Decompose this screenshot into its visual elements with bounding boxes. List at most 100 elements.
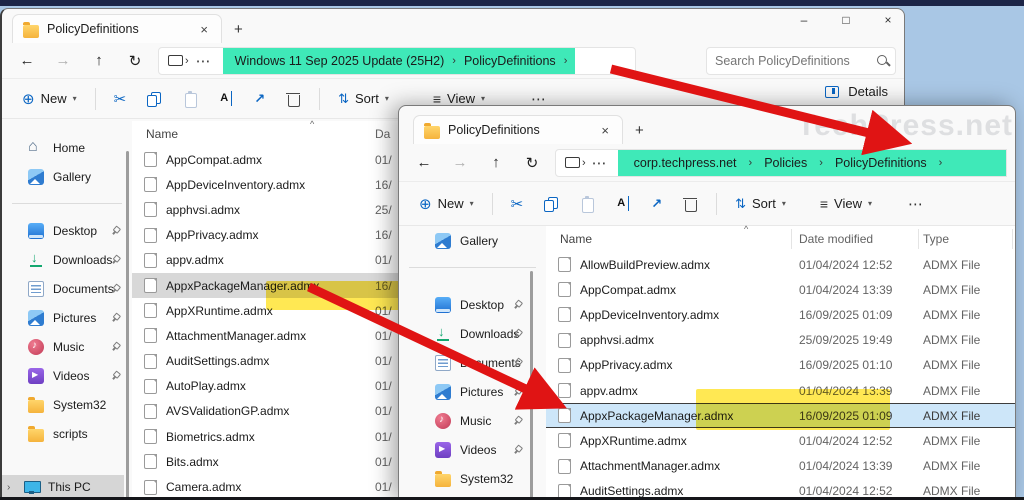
sidebar-item[interactable]: System32 xyxy=(2,390,132,419)
delete-button[interactable] xyxy=(277,83,309,115)
sidebar-item[interactable]: scripts xyxy=(2,419,132,448)
back-icon[interactable]: ← xyxy=(10,52,44,69)
view-button[interactable]: ≡ View ▾ xyxy=(812,188,880,220)
column-header-date[interactable]: Date modified xyxy=(799,232,923,246)
chevron-right-icon[interactable]: › xyxy=(580,157,588,169)
sidebar-item[interactable]: Videos xyxy=(399,435,546,464)
new-tab-button[interactable]: + xyxy=(635,122,644,139)
forward-icon[interactable]: → xyxy=(443,154,477,171)
tab-close-icon[interactable]: × xyxy=(197,22,211,37)
copy-button[interactable] xyxy=(535,188,567,220)
sort-button[interactable]: ⇅ Sort ▾ xyxy=(330,83,397,115)
column-header-name[interactable]: Name xyxy=(132,127,375,141)
this-pc-icon[interactable] xyxy=(564,155,580,171)
new-tab-button[interactable]: + xyxy=(234,21,243,38)
sidebar-item-label: Videos xyxy=(53,368,90,383)
scrollbar[interactable] xyxy=(126,151,129,499)
sidebar-item[interactable]: Gallery xyxy=(399,226,546,255)
file-row[interactable]: AppXRuntime.admx 01/04/2024 12:52 ADMX F… xyxy=(546,428,1015,453)
refresh-icon[interactable]: ↻ xyxy=(515,154,549,172)
rename-button[interactable] xyxy=(210,83,242,115)
rename-button[interactable] xyxy=(607,188,639,220)
file-name: AVSValidationGP.admx xyxy=(166,404,290,419)
close-button[interactable]: × xyxy=(880,13,896,27)
maximize-button[interactable]: □ xyxy=(838,13,854,27)
search-box[interactable] xyxy=(706,46,896,75)
file-icon xyxy=(558,282,571,298)
up-icon[interactable]: ↑ xyxy=(82,52,116,69)
back-icon[interactable]: ← xyxy=(407,154,441,171)
file-icon xyxy=(144,378,157,394)
file-row[interactable]: apphvsi.admx 25/09/2025 19:49 ADMX File xyxy=(546,328,1015,353)
tab-policydefinitions[interactable]: PolicyDefinitions × xyxy=(12,14,222,43)
sidebar-item[interactable]: Downloads xyxy=(399,319,546,348)
this-pc-icon xyxy=(24,481,41,497)
share-button[interactable]: ↗ xyxy=(246,83,273,115)
cut-button[interactable]: ✂ xyxy=(106,83,135,115)
column-header-name[interactable]: Name xyxy=(546,232,799,246)
background-window-top-edge xyxy=(0,0,1024,6)
breadcrumb-overflow-icon[interactable]: ⋯ xyxy=(191,52,217,70)
new-icon: ⊕ xyxy=(419,195,432,213)
new-button[interactable]: ⊕ New ▾ xyxy=(14,83,85,115)
address-bar[interactable]: › ⋯ corp.techpress.net › Policies › Poli… xyxy=(555,148,1007,177)
breadcrumb-segment[interactable]: Windows 11 Sep 2025 Update (25H2) xyxy=(229,54,451,68)
sidebar-item[interactable]: Documents xyxy=(399,348,546,377)
sidebar-item[interactable]: Pictures xyxy=(399,377,546,406)
share-button[interactable]: ↗ xyxy=(643,188,670,220)
file-row[interactable]: AppCompat.admx 01/04/2024 13:39 ADMX Fil… xyxy=(546,277,1015,302)
sidebar-item-icon xyxy=(28,309,44,326)
minimize-button[interactable]: – xyxy=(796,13,812,27)
delete-button[interactable] xyxy=(674,188,706,220)
sidebar-item[interactable]: Downloads xyxy=(2,245,132,274)
tab-close-icon[interactable]: × xyxy=(598,123,612,138)
breadcrumb-overflow-icon[interactable]: ⋯ xyxy=(588,154,612,172)
chevron-right-icon[interactable]: › xyxy=(183,55,191,67)
breadcrumb-segment[interactable]: Policies xyxy=(754,156,817,170)
forward-icon[interactable]: → xyxy=(46,52,80,69)
this-pc-icon[interactable] xyxy=(167,53,183,69)
address-bar-row: ← → ↑ ↻ › ⋯ corp.techpress.net › Policie… xyxy=(399,144,1015,182)
pin-icon xyxy=(109,311,122,324)
address-bar[interactable]: › ⋯ Windows 11 Sep 2025 Update (25H2) › … xyxy=(158,46,636,75)
paste-button[interactable] xyxy=(571,188,603,220)
sidebar-item[interactable]: Gallery xyxy=(2,162,132,191)
sidebar-item[interactable]: System32 xyxy=(399,464,546,493)
file-row[interactable]: AllowBuildPreview.admx 01/04/2024 12:52 … xyxy=(546,252,1015,277)
scrollbar[interactable] xyxy=(530,271,533,499)
file-name: AppCompat.admx xyxy=(580,282,677,297)
file-row[interactable]: AppDeviceInventory.admx 16/09/2025 01:09… xyxy=(546,302,1015,327)
sidebar-item-this-pc[interactable]: › This PC xyxy=(2,475,124,499)
file-icon xyxy=(558,332,571,348)
sidebar-item[interactable]: Home xyxy=(2,133,132,162)
copy-button[interactable] xyxy=(138,83,170,115)
breadcrumb-segment[interactable]: PolicyDefinitions xyxy=(825,156,937,170)
column-header-type[interactable]: Type xyxy=(923,232,1015,246)
chevron-right-icon[interactable]: › xyxy=(7,482,10,493)
tab-policydefinitions[interactable]: PolicyDefinitions × xyxy=(413,115,623,144)
paste-button[interactable] xyxy=(174,83,206,115)
file-date: 01/04/2024 12:52 xyxy=(799,433,893,448)
file-row[interactable]: AttachmentManager.admx 01/04/2024 13:39 … xyxy=(546,454,1015,479)
up-icon[interactable]: ↑ xyxy=(479,154,513,171)
sidebar-item[interactable]: Documents xyxy=(2,274,132,303)
file-row[interactable]: AppPrivacy.admx 16/09/2025 01:10 ADMX Fi… xyxy=(546,353,1015,378)
search-input[interactable] xyxy=(715,53,876,68)
breadcrumb-segment[interactable]: PolicyDefinitions xyxy=(458,54,562,68)
cut-button[interactable]: ✂ xyxy=(503,188,532,220)
breadcrumb-segment[interactable]: corp.techpress.net xyxy=(624,156,747,170)
sidebar-item[interactable]: Videos xyxy=(2,361,132,390)
file-name: AllowBuildPreview.admx xyxy=(580,257,711,272)
sidebar-item[interactable]: Desktop xyxy=(2,216,132,245)
sidebar-item[interactable]: Music xyxy=(399,406,546,435)
sidebar-item[interactable]: Desktop xyxy=(399,290,546,319)
file-type: ADMX File xyxy=(923,433,981,448)
sidebar-item-icon xyxy=(28,367,44,384)
refresh-icon[interactable]: ↻ xyxy=(118,52,152,70)
new-button[interactable]: ⊕ New ▾ xyxy=(411,188,482,220)
more-button[interactable]: ⋯ xyxy=(900,188,932,220)
sidebar-item[interactable]: Music xyxy=(2,332,132,361)
sidebar-item[interactable]: Pictures xyxy=(2,303,132,332)
sort-button[interactable]: ⇅ Sort ▾ xyxy=(727,188,794,220)
details-button[interactable]: Details xyxy=(825,83,888,99)
